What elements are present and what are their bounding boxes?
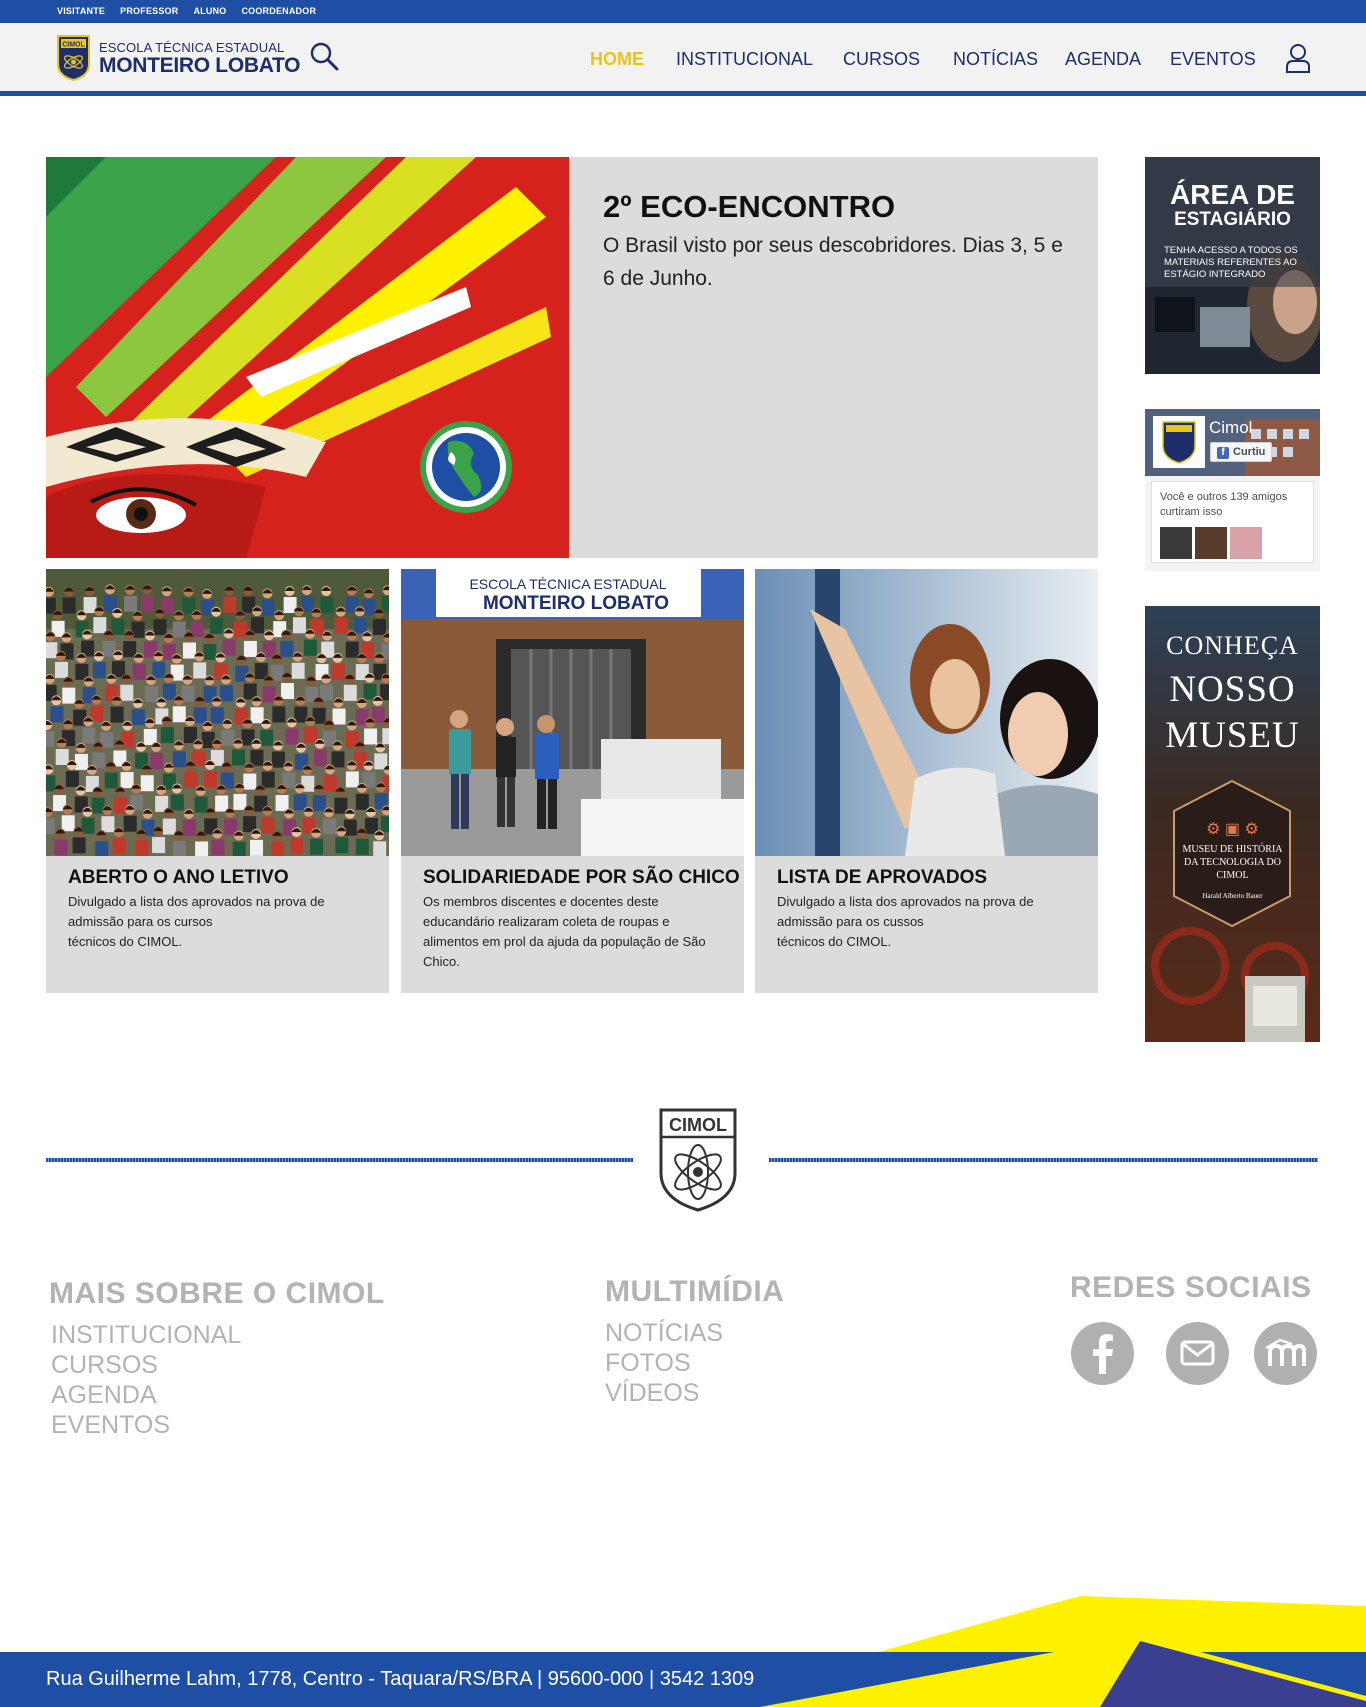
footer-heading-redes: REDES SOCIAIS	[1070, 1271, 1312, 1304]
crest-label: CIMOL	[669, 1115, 727, 1135]
news-card-solidariedade[interactable]: ESCOLA TÉCNICA ESTADUAL MONTEIRO LOBATO …	[401, 569, 744, 993]
nav-home[interactable]: HOME	[590, 49, 644, 70]
museu-banner[interactable]: CONHEÇA NOSSO MUSEU ⚙ ▣ ⚙ MUSEU DE HISTÓ…	[1145, 606, 1320, 1042]
fb-like-button[interactable]: f Curtiu	[1210, 442, 1272, 462]
link-professor[interactable]: PROFESSOR	[120, 6, 178, 16]
fb-friends-text: Você e outros 139 amigos curtiram isso	[1160, 491, 1288, 518]
globe-icon	[420, 421, 512, 513]
footer-link-cursos[interactable]: CURSOS	[51, 1351, 158, 1380]
museu-badge-author: Harald Alberto Bauer	[1202, 892, 1263, 900]
card-description: Divulgado a lista dos aprovados na prova…	[777, 894, 1034, 949]
estagio-title2: ESTAGIÁRIO	[1174, 209, 1291, 230]
fb-like-label: Curtiu	[1233, 446, 1266, 458]
news-card-ano-letivo[interactable]: ABERTO O ANO LETIVO Divulgado a lista do…	[46, 569, 389, 993]
estagio-title1: ÁREA DE	[1170, 179, 1295, 210]
fb-page-name[interactable]: Cimol	[1209, 418, 1252, 438]
card-description: Divulgado a lista dos aprovados na prova…	[68, 894, 325, 949]
crowd-photo	[46, 569, 389, 856]
facebook-icon: f	[1217, 447, 1229, 459]
main-nav: HOME INSTITUCIONAL CURSOS NOTÍCIAS AGEND…	[0, 49, 1366, 73]
school-front-photo: ESCOLA TÉCNICA ESTADUAL MONTEIRO LOBATO	[401, 569, 744, 856]
link-visitante[interactable]: VISITANTE	[57, 6, 105, 16]
main-header: CIMOL ESCOLA TÉCNICA ESTADUAL MONTEIRO L…	[0, 23, 1366, 96]
news-card-aprovados[interactable]: LISTA DE APROVADOS Divulgado a lista dos…	[755, 569, 1098, 993]
mail-icon[interactable]	[1166, 1322, 1229, 1385]
hero-image[interactable]	[46, 157, 569, 558]
footer-link-eventos[interactable]: EVENTOS	[51, 1411, 170, 1440]
cimol-crest-icon: CIMOL	[659, 1108, 737, 1212]
footer-link-videos[interactable]: VÍDEOS	[605, 1379, 699, 1408]
museu-badge-text: MUSEU DE HISTÓRIA DA TECNOLOGIA DO CIMOL	[1182, 844, 1283, 881]
museu-line3: MUSEU	[1165, 715, 1300, 756]
nav-institucional[interactable]: INSTITUCIONAL	[676, 49, 813, 70]
card-description: Os membros discentes e docentes deste ed…	[423, 894, 706, 969]
footer-link-noticias[interactable]: NOTÍCIAS	[605, 1319, 723, 1348]
footer-address: Rua Guilherme Lahm, 1778, Centro - Taqua…	[46, 1668, 755, 1690]
footer-link-fotos[interactable]: FOTOS	[605, 1349, 691, 1378]
fb-friends-box: Você e outros 139 amigos curtiram isso	[1151, 481, 1314, 563]
museu-line1: CONHEÇA	[1166, 631, 1299, 660]
banner-line2: MONTEIRO LOBATO	[483, 593, 669, 614]
card-title: ABERTO O ANO LETIVO	[68, 867, 289, 888]
link-aluno[interactable]: ALUNO	[193, 6, 226, 16]
nav-agenda[interactable]: AGENDA	[1065, 49, 1141, 70]
hero-text-panel[interactable]: 2º ECO-ENCONTRO O Brasil visto por seus …	[569, 157, 1098, 558]
banner-line1: ESCOLA TÉCNICA ESTADUAL	[469, 576, 666, 592]
hero-description: O Brasil visto por seus descobridores. D…	[603, 234, 1063, 290]
friend-avatar[interactable]	[1195, 527, 1227, 559]
moodle-icon[interactable]	[1254, 1322, 1317, 1385]
audience-links: VISITANTE PROFESSOR ALUNO COORDENADOR	[57, 6, 316, 16]
footer-divider-left	[46, 1158, 633, 1162]
user-icon[interactable]	[1285, 43, 1311, 73]
fb-page-avatar[interactable]	[1153, 416, 1205, 468]
logo-badge-text: CIMOL	[62, 42, 85, 49]
fb-friend-avatars	[1160, 527, 1262, 559]
card-title: LISTA DE APROVADOS	[777, 867, 988, 888]
nav-noticias[interactable]: NOTÍCIAS	[953, 49, 1038, 70]
museu-line2: NOSSO	[1169, 669, 1296, 710]
footer-heading-mais: MAIS SOBRE O CIMOL	[49, 1277, 385, 1310]
link-coordenador[interactable]: COORDENADOR	[241, 6, 316, 16]
nav-eventos[interactable]: EVENTOS	[1170, 49, 1256, 70]
top-utility-bar: VISITANTE PROFESSOR ALUNO COORDENADOR	[0, 0, 1366, 23]
friend-avatar[interactable]	[1230, 527, 1262, 559]
footer-heading-multimidia: MULTIMÍDIA	[605, 1275, 785, 1308]
museum-gear-icon: ⚙ ▣ ⚙	[1206, 821, 1259, 838]
facebook-widget: Cimol f Curtiu Você e outros 139 amigos …	[1145, 409, 1320, 571]
estagiario-banner[interactable]: ÁREA DE ESTAGIÁRIO TENHA ACESSO A TODOS …	[1145, 157, 1320, 374]
friend-avatar[interactable]	[1160, 527, 1192, 559]
footer-link-agenda[interactable]: AGENDA	[51, 1381, 157, 1410]
card-title: SOLIDARIEDADE POR SÃO CHICO	[423, 867, 740, 888]
estagio-text: TENHA ACESSO A TODOS OS MATERIAIS REFERE…	[1164, 245, 1298, 280]
facebook-icon[interactable]	[1071, 1322, 1134, 1385]
hero-illustration	[46, 157, 569, 558]
footer-divider-right	[769, 1158, 1318, 1162]
footer-link-institucional[interactable]: INSTITUCIONAL	[51, 1321, 241, 1350]
nav-cursos[interactable]: CURSOS	[843, 49, 920, 70]
hero-title: 2º ECO-ENCONTRO	[603, 189, 896, 224]
students-board-photo	[755, 569, 1098, 856]
